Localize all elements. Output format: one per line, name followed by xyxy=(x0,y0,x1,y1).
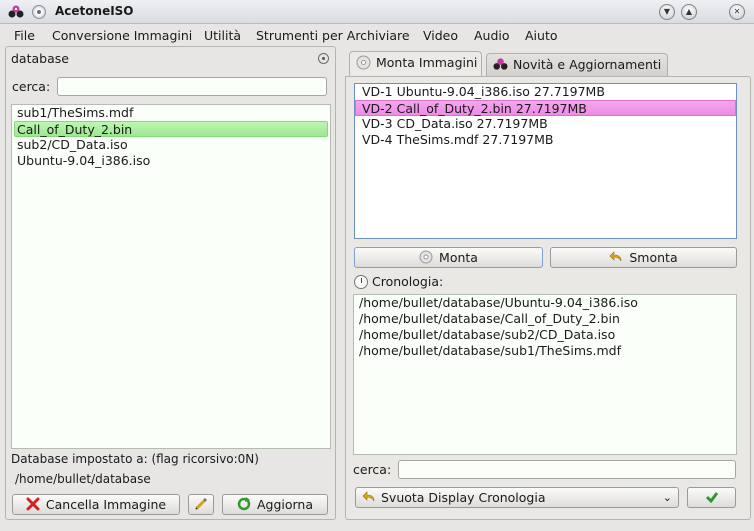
refresh-icon xyxy=(237,497,251,511)
database-search-label: cerca: xyxy=(12,79,51,94)
checkmark-icon xyxy=(705,492,718,504)
refresh-button[interactable]: Aggiorna xyxy=(222,494,328,515)
history-search-label: cerca: xyxy=(353,462,392,477)
undo-arrow-icon xyxy=(362,491,375,502)
refresh-label: Aggiorna xyxy=(256,497,314,512)
history-list[interactable]: /home/bullet/database/Ubuntu-9.04_i386.i… xyxy=(353,294,737,455)
list-item[interactable]: sub1/TheSims.mdf xyxy=(12,105,330,121)
tab-novita-aggiornamenti[interactable]: Novità e Aggiornamenti xyxy=(486,53,668,76)
history-action-label: Svuota Display Cronologia xyxy=(381,490,546,505)
list-item[interactable]: VD-4 TheSims.mdf 27.7197MB xyxy=(355,132,736,148)
delete-image-button[interactable]: Cancella Immagine xyxy=(12,494,180,515)
unmount-button[interactable]: Smonta xyxy=(550,247,737,268)
database-list[interactable]: sub1/TheSims.mdf Call_of_Duty_2.bin sub2… xyxy=(11,104,331,449)
list-item[interactable]: Ubuntu-9.04_i386.iso xyxy=(12,153,330,169)
minimize-button[interactable]: ▼ xyxy=(659,4,675,20)
history-search-input[interactable] xyxy=(398,460,736,479)
main-area: Monta Immagini Novità e Aggiornamenti VD… xyxy=(345,49,751,520)
disc-icon xyxy=(419,250,433,264)
list-item[interactable]: /home/bullet/database/Ubuntu-9.04_i386.i… xyxy=(354,295,736,311)
list-item[interactable]: /home/bullet/database/sub1/TheSims.mdf xyxy=(354,343,736,359)
history-action-select[interactable]: Svuota Display Cronologia ⌄ xyxy=(355,487,679,508)
app-logo-icon xyxy=(493,58,508,70)
window-title: AcetoneISO xyxy=(55,4,134,18)
list-item-selected[interactable]: Call_of_Duty_2.bin xyxy=(14,121,328,137)
database-panel-title: database xyxy=(11,51,69,66)
tab-label: Monta Immagini xyxy=(376,55,478,70)
delete-image-label: Cancella Immagine xyxy=(45,497,167,512)
database-panel: database cerca: sub1/TheSims.mdf Call_of… xyxy=(5,46,336,520)
title-bar: AcetoneISO ▼ ▲ ✕ xyxy=(0,0,754,24)
menu-audio[interactable]: Audio xyxy=(474,28,510,43)
unmount-label: Smonta xyxy=(629,250,678,265)
database-search-input[interactable] xyxy=(57,77,327,96)
mount-label: Monta xyxy=(439,250,478,265)
list-item[interactable]: /home/bullet/database/Call_of_Duty_2.bin xyxy=(354,311,736,327)
app-logo-icon xyxy=(8,5,24,18)
tab-label: Novità e Aggiornamenti xyxy=(513,57,662,72)
menu-file[interactable]: File xyxy=(14,28,35,43)
tab-monta-immagini[interactable]: Monta Immagini xyxy=(349,51,482,77)
disc-icon xyxy=(356,55,371,70)
database-status-text: Database impostato a: (flag ricorsivo:0N… xyxy=(11,452,259,466)
list-item[interactable]: VD-3 CD_Data.iso 27.7197MB xyxy=(355,116,736,132)
list-item[interactable]: /home/bullet/database/sub2/CD_Data.iso xyxy=(354,327,736,343)
list-item-selected[interactable]: VD-2 Call_of_Duty_2.bin 27.7197MB xyxy=(355,100,736,116)
virtual-drive-list[interactable]: VD-1 Ubuntu-9.04_i386.iso 27.7197MB VD-2… xyxy=(354,83,737,239)
mount-button[interactable]: Monta xyxy=(354,247,543,268)
chevron-down-icon: ⌄ xyxy=(662,491,672,504)
monta-immagini-pane: VD-1 Ubuntu-9.04_i386.iso 27.7197MB VD-2… xyxy=(345,76,751,520)
panel-float-icon[interactable] xyxy=(318,53,329,64)
undo-arrow-icon xyxy=(609,251,622,262)
window-menu-icon[interactable] xyxy=(32,5,46,19)
menu-conversione-immagini[interactable]: Conversione Immagini xyxy=(52,28,192,43)
pencil-icon xyxy=(195,497,208,510)
confirm-button[interactable] xyxy=(687,487,736,508)
menu-strumenti-archiviare[interactable]: Strumenti per Archiviare xyxy=(256,28,410,43)
list-item[interactable]: sub2/CD_Data.iso xyxy=(12,137,330,153)
database-path-text: /home/bullet/database xyxy=(15,472,151,486)
list-item[interactable]: VD-1 Ubuntu-9.04_i386.iso 27.7197MB xyxy=(355,84,736,100)
menu-video[interactable]: Video xyxy=(423,28,458,43)
history-label: Cronologia: xyxy=(372,274,444,289)
red-x-icon xyxy=(26,497,40,511)
menu-bar: File Conversione Immagini Utilità Strume… xyxy=(0,25,754,46)
close-button[interactable]: ✕ xyxy=(729,4,745,20)
maximize-button[interactable]: ▲ xyxy=(681,4,697,20)
menu-aiuto[interactable]: Aiuto xyxy=(525,28,558,43)
menu-utilita[interactable]: Utilità xyxy=(204,28,241,43)
clock-icon xyxy=(354,275,368,289)
edit-button[interactable] xyxy=(188,494,214,515)
